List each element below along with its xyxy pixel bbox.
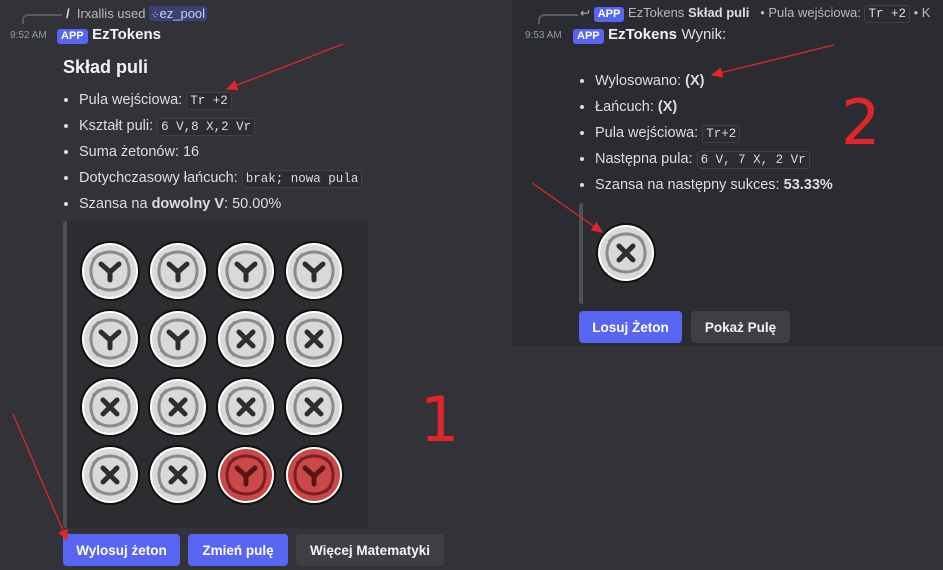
field-chance: Szansa na dowolny V: 50.00%	[79, 195, 362, 221]
timestamp: 9:53 AM	[525, 30, 562, 41]
code-value: brak; nowa pula	[241, 170, 363, 188]
app-badge: APP	[593, 7, 625, 22]
bot-name[interactable]: EzTokens	[92, 26, 161, 43]
field-entry-pool: Pula wejściowa: Tr +2	[79, 91, 362, 117]
app-badge: APP	[573, 29, 604, 44]
show-pool-button[interactable]: Pokaż Pulę	[691, 311, 790, 343]
annotation-number-2: 2	[841, 86, 881, 159]
change-pool-button[interactable]: Zmień pulę	[188, 534, 288, 566]
pool-fields: Pula wejściowa: Tr +2 Kształt puli: 6 V,…	[63, 91, 363, 221]
field-next-chance: Szansa na następny sukces: 53.33%	[595, 176, 833, 202]
token-x-icon	[79, 444, 141, 506]
token-x-icon	[215, 308, 277, 370]
reply-connector	[22, 14, 62, 24]
token-grid	[63, 221, 368, 528]
bot-name[interactable]: EzTokens	[608, 26, 677, 43]
token-x-icon	[215, 376, 277, 438]
field-chain: Dotychczasowy łańcuch: brak; nowa pula	[79, 169, 363, 195]
code-value: 6 V, 7 X, 2 Vr	[696, 151, 810, 169]
reply-connector	[538, 14, 578, 24]
field-drawn: Wylosowano: (X)	[595, 72, 833, 98]
token-vr-icon	[283, 444, 345, 506]
author-line: APP EzTokens	[57, 26, 161, 44]
code-value: Tr +2	[186, 92, 232, 110]
token-x-icon	[595, 222, 657, 284]
token-v-icon	[79, 308, 141, 370]
annotation-number-1: 1	[420, 383, 460, 456]
drawn-token-area	[579, 203, 883, 304]
token-v-icon	[283, 240, 345, 302]
code-value: Tr+2	[702, 125, 741, 143]
command-icon: ⁘	[151, 10, 160, 21]
token-x-icon	[283, 376, 345, 438]
more-math-button[interactable]: Więcej Matematyki	[296, 534, 444, 566]
command-pill[interactable]: ⁘ez_pool	[149, 6, 208, 21]
token-x-icon	[283, 308, 345, 370]
result-fields: Wylosowano: (X) Łańcuch: (X) Pula wejści…	[579, 72, 833, 202]
code-value: 6 V,8 X,2 Vr	[157, 118, 256, 136]
token-v-icon	[147, 240, 209, 302]
token-x-icon	[147, 444, 209, 506]
reply-preview[interactable]: ↩ APP EzTokens Skład puli • Pula wejścio…	[580, 5, 930, 23]
app-badge: APP	[57, 29, 88, 44]
field-next-pool: Następna pula: 6 V, 7 X, 2 Vr	[595, 150, 833, 176]
arrow-to-entry-pool	[225, 43, 344, 91]
embed-title: Skład puli	[63, 57, 149, 77]
token-v-icon	[215, 240, 277, 302]
token-v-icon	[79, 240, 141, 302]
field-chain: Łańcuch: (X)	[595, 98, 833, 124]
token-vr-icon	[215, 444, 277, 506]
draw-token-button[interactable]: Losuj Żeton	[579, 311, 682, 343]
field-entry-pool: Pula wejściowa: Tr+2	[595, 124, 833, 150]
message-text: Wynik:	[681, 26, 727, 43]
reply-preview[interactable]: / Irxallis used ⁘ez_pool	[66, 6, 208, 21]
token-v-icon	[147, 308, 209, 370]
arrow-to-draw-button	[12, 413, 68, 542]
field-pool-shape: Kształt puli: 6 V,8 X,2 Vr	[79, 117, 362, 143]
author-line: APP EzTokens Wynik:	[573, 26, 726, 44]
token-x-icon	[147, 376, 209, 438]
reply-user[interactable]: Irxallis used	[77, 6, 146, 21]
slash-icon: /	[66, 6, 70, 21]
draw-token-button[interactable]: Wylosuj żeton	[63, 534, 180, 566]
token-x-icon	[79, 376, 141, 438]
reply-arrow-icon: ↩	[580, 6, 591, 20]
field-token-sum: Suma żetonów: 16	[79, 143, 362, 169]
timestamp: 9:52 AM	[10, 30, 47, 41]
